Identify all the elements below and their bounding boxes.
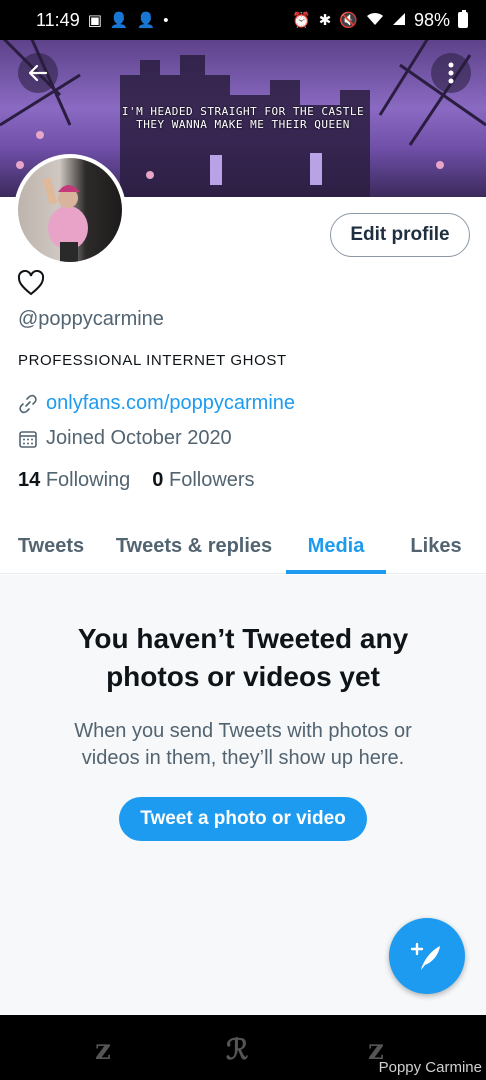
battery-icon bbox=[458, 10, 468, 28]
banner-line-1: I'M HEADED STRAIGHT FOR THE CASTLE bbox=[121, 105, 365, 118]
link-icon bbox=[19, 394, 37, 413]
profile-handle: @poppycarmine bbox=[18, 308, 164, 330]
empty-state-subtitle: When you send Tweets with photos or vide… bbox=[74, 720, 412, 769]
banner-line-2: THEY WANNA MAKE ME THEIR QUEEN bbox=[136, 118, 350, 131]
heart-icon bbox=[17, 269, 45, 301]
tab-tweets[interactable]: Tweets bbox=[8, 518, 94, 574]
empty-state-title: You haven’t Tweeted any photos or videos… bbox=[77, 623, 409, 692]
followers-label: Followers bbox=[168, 469, 255, 491]
profile-tabs: Tweets Tweets & replies Media Likes bbox=[0, 518, 486, 574]
profile-bio: PROFESSIONAL INTERNET GHOST bbox=[18, 352, 287, 369]
tab-likes[interactable]: Likes bbox=[396, 518, 476, 574]
status-time: 11:49 bbox=[36, 9, 80, 30]
banner-caption: I'M HEADED STRAIGHT FOR THE CASTLE THEY … bbox=[0, 105, 486, 131]
following-label: Following bbox=[45, 469, 131, 491]
following-link[interactable]: 14 Following bbox=[18, 469, 130, 492]
following-count: 14 bbox=[18, 469, 41, 491]
person-add-icon: 👤 bbox=[109, 11, 129, 29]
calendar-icon bbox=[19, 430, 37, 448]
image-icon: ▣ bbox=[87, 11, 102, 29]
dot-icon: • bbox=[163, 11, 169, 29]
tab-media[interactable]: Media bbox=[286, 518, 386, 574]
alarm-icon: ⏰ bbox=[292, 11, 311, 29]
wifi-icon bbox=[366, 12, 384, 29]
active-tab-indicator bbox=[286, 570, 386, 574]
battery-percent: 98% bbox=[413, 9, 450, 30]
followers-link[interactable]: 0 Followers bbox=[152, 469, 254, 492]
signal-icon bbox=[392, 12, 406, 29]
back-button[interactable] bbox=[18, 53, 58, 93]
bluetooth-icon: ✱ bbox=[318, 11, 332, 29]
followers-count: 0 bbox=[152, 469, 164, 491]
compose-feather-icon bbox=[410, 942, 440, 970]
status-bar: 11:49 ▣ 👤 👤 • ⏰ ✱ 🔇 98% bbox=[0, 0, 486, 40]
profile-link-row: onlyfans.com/poppycarmine bbox=[18, 392, 295, 415]
profile-link[interactable]: onlyfans.com/poppycarmine bbox=[46, 392, 295, 415]
system-nav-bar: z ℛ z Poppy Carmine bbox=[0, 1015, 486, 1080]
avatar[interactable] bbox=[14, 154, 126, 266]
tab-tweets-replies[interactable]: Tweets & replies bbox=[110, 518, 278, 574]
watermark: Poppy Carmine bbox=[378, 1059, 482, 1076]
person-add-icon: 👤 bbox=[136, 11, 156, 29]
mute-icon: 🔇 bbox=[339, 11, 358, 29]
more-vertical-icon bbox=[448, 62, 454, 84]
tweet-photo-video-button[interactable]: Tweet a photo or video bbox=[119, 797, 367, 841]
follow-stats: 14 Following 0 Followers bbox=[18, 469, 255, 492]
avatar-image bbox=[18, 158, 122, 262]
arrow-left-icon bbox=[28, 64, 48, 82]
more-options-button[interactable] bbox=[431, 53, 471, 93]
compose-tweet-button[interactable] bbox=[389, 918, 465, 994]
home-nav-icon[interactable]: ℛ bbox=[226, 1033, 248, 1066]
joined-date: Joined October 2020 bbox=[46, 427, 232, 449]
edit-profile-button[interactable]: Edit profile bbox=[330, 213, 470, 257]
recents-nav-icon[interactable]: z bbox=[95, 1033, 111, 1066]
joined-row: Joined October 2020 bbox=[18, 427, 232, 450]
